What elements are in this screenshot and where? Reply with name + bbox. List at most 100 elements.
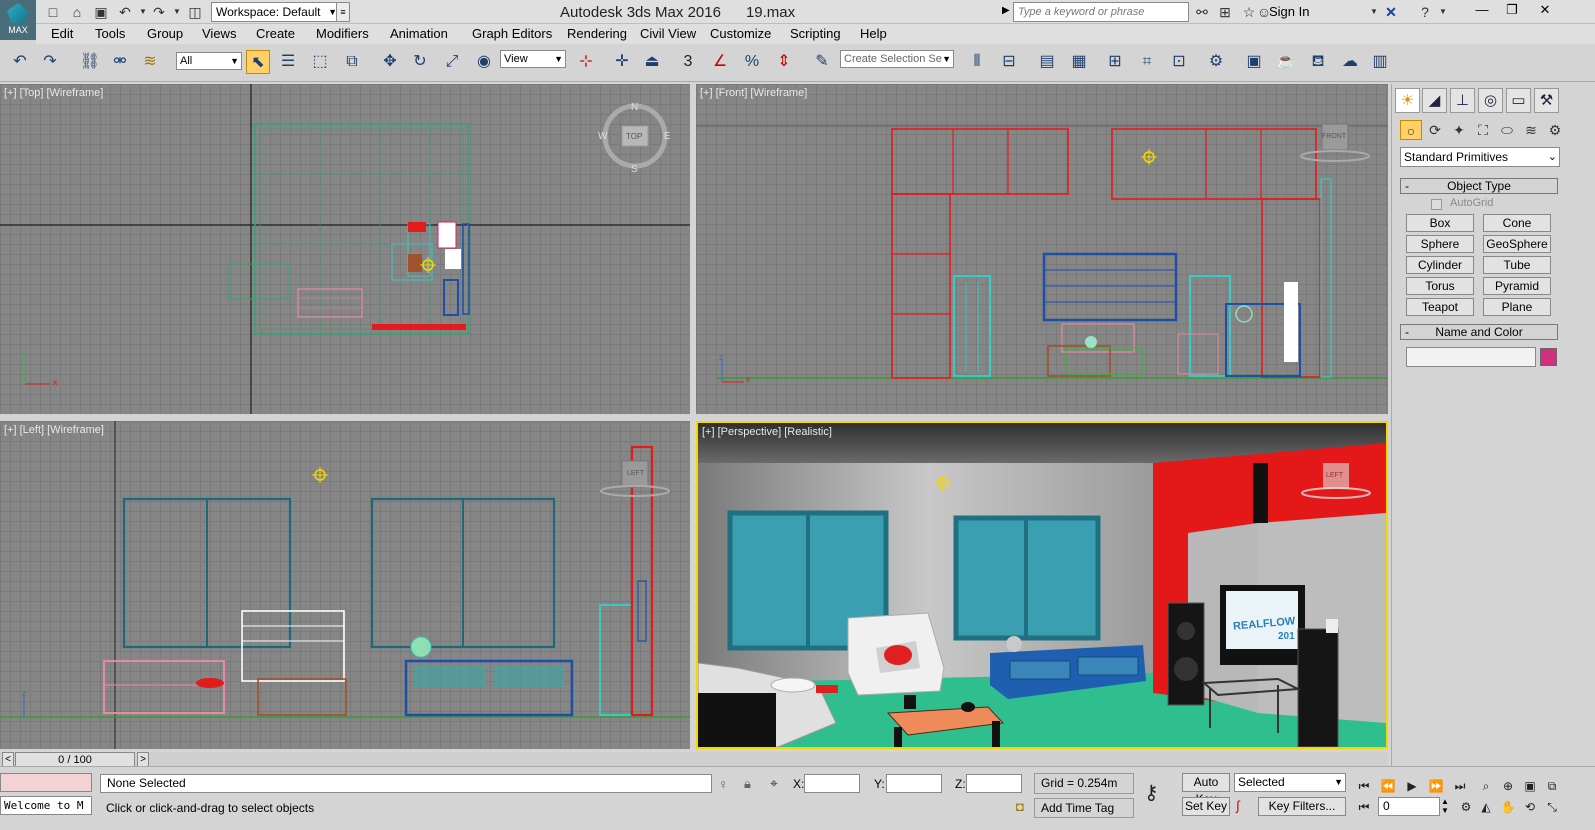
align-icon[interactable]: ⊟ [997, 50, 1021, 74]
layer-explorer-icon[interactable]: ▤ [1035, 50, 1059, 74]
menu-help[interactable]: Help [860, 26, 887, 41]
add-time-tag-button[interactable]: Add Time Tag [1034, 798, 1134, 818]
helpers-icon[interactable]: ⬭ [1496, 120, 1518, 140]
viewcube[interactable]: LEFT [627, 470, 644, 477]
undo-icon[interactable]: ↶ [116, 3, 134, 21]
create-sphere-button[interactable]: Sphere [1406, 235, 1474, 253]
geometry-icon[interactable]: ○ [1400, 120, 1422, 140]
auto-key-button[interactable]: Auto Key [1182, 773, 1230, 806]
create-box-button[interactable]: Box [1406, 214, 1474, 232]
shapes-icon[interactable]: ⟳ [1424, 120, 1446, 140]
workspace-menu-button[interactable]: ≡ [336, 2, 350, 22]
hierarchy-tab-icon[interactable]: ⊥ [1450, 88, 1475, 113]
viewcube[interactable]: FRONT [1322, 133, 1346, 140]
account-dropdown-icon[interactable]: ▼ [1365, 3, 1383, 21]
z-coord-input[interactable] [966, 774, 1022, 793]
a360-gallery-icon[interactable]: ▥ [1368, 50, 1392, 74]
mirror-icon[interactable]: ⫴ [965, 50, 989, 74]
selection-lock-icon[interactable]: 🔒︎ [744, 776, 751, 792]
minimize-button[interactable]: — [1467, 0, 1497, 20]
zoom-extents-icon[interactable]: ▣ [1520, 777, 1540, 795]
workspace-select[interactable]: Workspace: Default ▼ [211, 2, 341, 22]
edit-named-selection-icon[interactable]: ✎ [810, 50, 834, 74]
bind-space-warp-icon[interactable]: ≋ [138, 50, 162, 74]
object-category-select[interactable]: Standard Primitives ⌄ [1400, 147, 1560, 167]
menu-edit[interactable]: Edit [51, 26, 73, 41]
pan-view-icon[interactable]: ✋ [1498, 798, 1518, 816]
pivot-center-icon[interactable]: ⊹ [574, 50, 598, 74]
select-and-link-icon[interactable]: ⛓ [78, 50, 102, 74]
viewcube[interactable]: TOP [626, 132, 642, 141]
open-file-icon[interactable]: ⌂ [68, 3, 86, 21]
menu-animation[interactable]: Animation [390, 26, 448, 41]
app-store-icon[interactable]: ⊞ [1216, 3, 1234, 21]
viewport-front[interactable]: [+] [Front] [Wireframe] FRONT x z [696, 84, 1388, 414]
project-folder-icon[interactable]: ◫ [186, 3, 204, 21]
render-cloud-icon[interactable]: ☁ [1338, 50, 1362, 74]
viewport-label[interactable]: [+] [Front] [Wireframe] [700, 87, 807, 99]
maximize-viewport-icon[interactable]: ⤡ [1542, 798, 1562, 816]
object-name-field[interactable] [1406, 347, 1536, 367]
render-setup-icon[interactable]: ⚙ [1204, 50, 1228, 74]
close-button[interactable]: ✕ [1530, 0, 1560, 20]
snap-toggle-icon[interactable]: 3 [676, 50, 700, 74]
go-to-start-icon[interactable]: ⏮ [1354, 777, 1374, 795]
current-frame-input[interactable]: 0 [1378, 797, 1440, 816]
create-tube-button[interactable]: Tube [1483, 256, 1551, 274]
viewport-label[interactable]: [+] [Left] [Wireframe] [4, 424, 104, 436]
select-and-place-icon[interactable]: ◉ [472, 50, 496, 74]
angle-snap-icon[interactable]: ∠ [708, 50, 732, 74]
menu-views[interactable]: Views [202, 26, 236, 41]
render-production-icon[interactable]: ☕ [1274, 50, 1298, 74]
go-to-end-icon[interactable]: ⏭ [1450, 777, 1470, 795]
create-cone-button[interactable]: Cone [1483, 214, 1551, 232]
search-expand-icon[interactable]: ▶ [1002, 5, 1010, 16]
viewport-label[interactable]: [+] [Top] [Wireframe] [4, 87, 103, 99]
create-geosphere-button[interactable]: GeoSphere [1483, 235, 1551, 253]
viewport-perspective[interactable]: [+] [Perspective] [Realistic] LEFT REALF… [696, 421, 1388, 749]
exchange-icon[interactable]: ✕ [1382, 3, 1400, 21]
select-and-scale-icon[interactable]: ⤢ [440, 50, 464, 74]
next-frame-icon[interactable]: ⏩ [1426, 777, 1446, 795]
isolate-selection-icon[interactable]: ♀ [718, 776, 729, 792]
schematic-view-icon[interactable]: ⌗ [1135, 50, 1159, 74]
utilities-tab-icon[interactable]: ⚒ [1534, 88, 1559, 113]
rectangular-selection-icon[interactable]: ⬚ [308, 50, 332, 74]
menu-rendering[interactable]: Rendering [567, 26, 627, 41]
help-dropdown-icon[interactable]: ▼ [1434, 3, 1452, 21]
create-tab-icon[interactable]: ☀ [1395, 88, 1420, 113]
select-and-move-icon[interactable]: ✥ [378, 50, 402, 74]
field-of-view-icon[interactable]: ◭ [1476, 798, 1496, 816]
redo-icon[interactable]: ↷ [38, 50, 62, 74]
render-iterative-icon[interactable]: ⛾ [1306, 50, 1330, 74]
menu-modifiers[interactable]: Modifiers [316, 26, 369, 41]
search-input[interactable]: Type a keyword or phrase [1013, 2, 1189, 22]
autogrid-checkbox[interactable] [1431, 199, 1442, 210]
systems-icon[interactable]: ⚙ [1544, 120, 1566, 140]
absolute-relative-toggle-icon[interactable]: ⌖ [770, 775, 778, 792]
time-tag-icon[interactable]: ◘ [1016, 799, 1024, 814]
key-tangent-icon[interactable]: ∫ [1236, 798, 1240, 813]
object-type-rollout[interactable]: - Object Type [1400, 178, 1558, 194]
create-pyramid-button[interactable]: Pyramid [1483, 277, 1551, 295]
object-color-swatch[interactable] [1540, 348, 1557, 366]
help-icon[interactable]: ? [1416, 3, 1434, 21]
selection-filter-select[interactable]: All ▼ [176, 52, 242, 70]
key-mode-toggle-icon[interactable]: ⏮ [1354, 798, 1374, 816]
create-plane-button[interactable]: Plane [1483, 298, 1551, 316]
redo-icon[interactable]: ↷ [150, 3, 168, 21]
curve-editor-icon[interactable]: ⊞ [1103, 50, 1127, 74]
menu-scripting[interactable]: Scripting [790, 26, 841, 41]
motion-tab-icon[interactable]: ◎ [1478, 88, 1503, 113]
menu-customize[interactable]: Customize [710, 26, 771, 41]
redo-dropdown-icon[interactable]: ▼ [168, 3, 186, 21]
orbit-icon[interactable]: ⟲ [1520, 798, 1540, 816]
time-configuration-icon[interactable]: ⚙ [1456, 798, 1476, 816]
create-torus-button[interactable]: Torus [1406, 277, 1474, 295]
viewcube[interactable]: LEFT [1326, 472, 1343, 479]
restore-button[interactable]: ❐ [1497, 0, 1527, 20]
app-logo-button[interactable]: MAX [0, 0, 36, 40]
viewport-label[interactable]: [+] [Perspective] [Realistic] [702, 426, 832, 438]
select-object-icon[interactable]: ⬉ [246, 50, 270, 74]
cameras-icon[interactable]: ⛶ [1472, 120, 1494, 140]
